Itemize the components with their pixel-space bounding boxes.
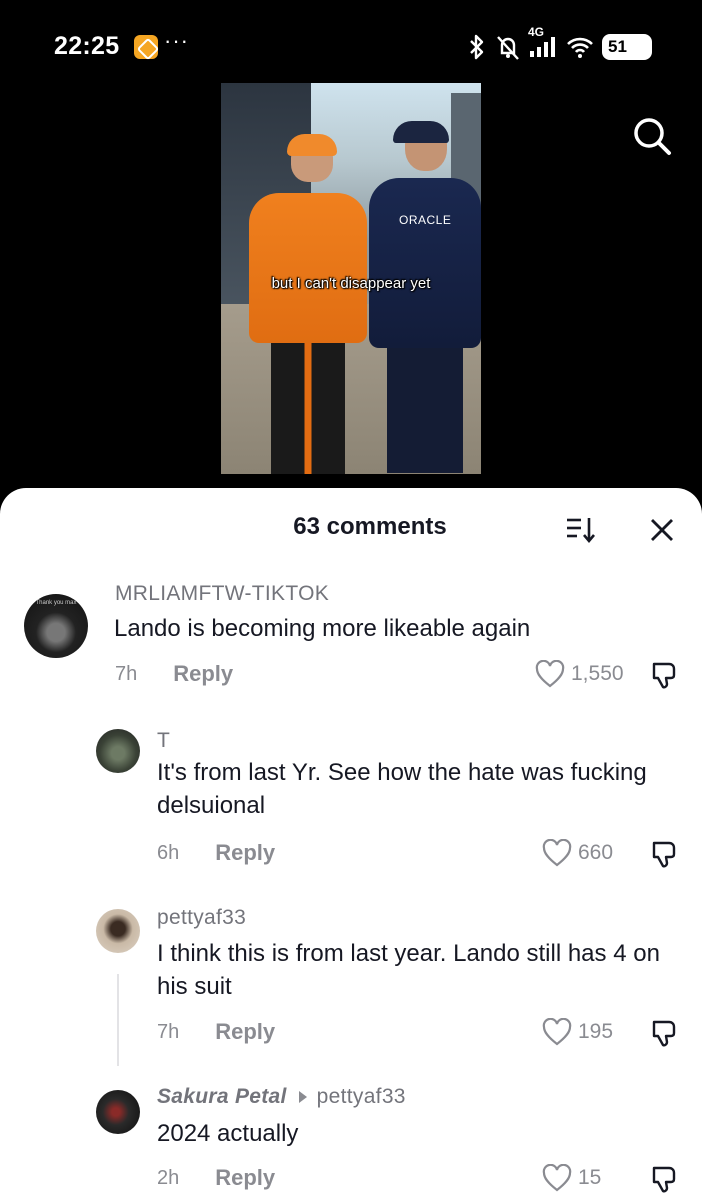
driver-navy-suit: ORACLE	[369, 121, 481, 473]
comment-meta: 2h Reply	[157, 1165, 275, 1191]
network-label: 4G	[528, 25, 545, 39]
heart-icon	[542, 839, 572, 867]
avatar[interactable]	[96, 729, 140, 773]
reply-button[interactable]: Reply	[215, 840, 275, 866]
dislike-icon[interactable]	[649, 1018, 679, 1048]
like-button[interactable]: 1,550	[535, 660, 624, 688]
mute-icon	[494, 33, 522, 61]
comments-sheet: 63 comments Thank you max MRLIAMFTW-TIKT…	[0, 488, 702, 1200]
comment-time: 6h	[157, 841, 180, 864]
status-time: 22:25	[54, 32, 120, 60]
sponsor-logo: ORACLE	[399, 213, 452, 227]
battery-icon: 51	[602, 34, 652, 60]
like-button[interactable]: 195	[542, 1018, 613, 1046]
like-count: 660	[578, 841, 614, 864]
heart-icon	[535, 660, 565, 688]
comment-item: pettyaf33 I think this is from last year…	[0, 904, 702, 1064]
like-count: 1,550	[571, 662, 624, 685]
dislike-icon[interactable]	[649, 1164, 679, 1194]
comment-time: 2h	[157, 1166, 180, 1189]
like-button[interactable]: 660	[542, 839, 613, 867]
comment-item: Thank you max MRLIAMFTW-TIKTOK Lando is …	[0, 576, 702, 706]
reply-arrow-icon	[298, 1091, 307, 1103]
reply-to-username[interactable]: pettyaf33	[317, 1085, 406, 1109]
heart-icon	[542, 1018, 572, 1046]
status-bar: 22:25 ··· 4G 51	[0, 0, 702, 90]
bluetooth-icon	[468, 34, 486, 60]
comment-text: It's from last Yr. See how the hate was …	[157, 759, 647, 819]
video-thumbnail[interactable]: ORACLE but I can't disappear yet	[221, 83, 481, 474]
video-caption: but I can't disappear yet	[271, 275, 431, 292]
reply-button[interactable]: Reply	[215, 1165, 275, 1191]
comment-text: Lando is becoming more likeable again	[114, 615, 531, 642]
dislike-icon[interactable]	[649, 839, 679, 869]
comment-username[interactable]: pettyaf33	[157, 906, 246, 930]
reply-button[interactable]: Reply	[215, 1019, 275, 1045]
comment-text: 2024 actually	[157, 1120, 299, 1147]
comment-item: Sakura Petal pettyaf33 2024 actually 2h …	[0, 1084, 702, 1200]
comment-time: 7h	[157, 1020, 180, 1043]
wifi-icon	[566, 35, 594, 59]
battery-level: 51	[608, 37, 627, 56]
sort-icon[interactable]	[565, 514, 597, 544]
thread-line	[117, 974, 119, 1066]
comment-username-row: Sakura Petal pettyaf33	[157, 1085, 406, 1109]
comment-username[interactable]: MRLIAMFTW-TIKTOK	[115, 582, 329, 606]
comment-item: T It's from last Yr. See how the hate wa…	[0, 726, 702, 876]
comment-username[interactable]: Sakura Petal	[157, 1085, 287, 1109]
driver-orange-suit	[249, 134, 367, 474]
search-icon[interactable]	[632, 116, 672, 156]
comment-time: 7h	[115, 662, 138, 685]
comment-meta: 7h Reply	[157, 1019, 275, 1045]
signal-icon: 4G	[528, 25, 558, 59]
comment-meta: 6h Reply	[157, 840, 275, 866]
app-notification-icon	[134, 35, 158, 59]
more-notifications-icon: ···	[164, 28, 189, 53]
avatar[interactable]: Thank you max	[24, 594, 88, 658]
status-icons: 4G 51	[468, 25, 652, 64]
like-button[interactable]: 15	[542, 1164, 601, 1192]
comment-text: I think this is from last year. Lando st…	[157, 940, 660, 1000]
comment-username[interactable]: T	[157, 729, 170, 753]
avatar[interactable]	[96, 1090, 140, 1134]
avatar[interactable]	[96, 909, 140, 953]
dislike-icon[interactable]	[649, 660, 679, 690]
comment-meta: 7h Reply	[115, 661, 233, 687]
heart-icon	[542, 1164, 572, 1192]
avatar-caption: Thank you max	[35, 600, 77, 606]
comments-header: 63 comments	[0, 488, 702, 568]
close-icon[interactable]	[646, 514, 678, 546]
like-count: 195	[578, 1020, 614, 1043]
reply-button[interactable]: Reply	[173, 661, 233, 687]
like-count: 15	[578, 1166, 602, 1189]
